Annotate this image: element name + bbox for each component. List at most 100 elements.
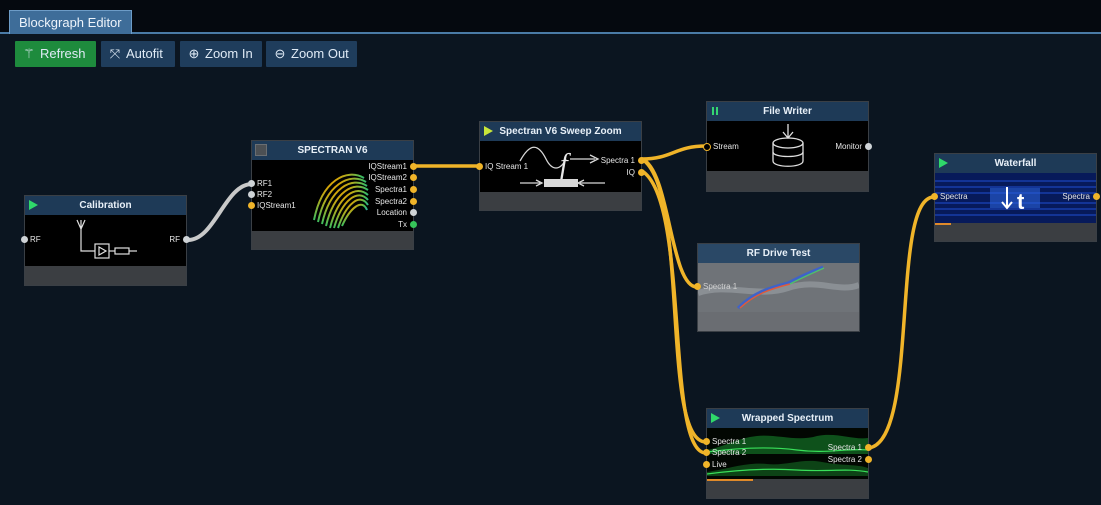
port-in-iqstream1[interactable] bbox=[248, 202, 255, 209]
port-label: Spectra2 bbox=[374, 197, 407, 206]
port-in-spectra2[interactable] bbox=[703, 449, 710, 456]
spectran-node[interactable]: SPECTRAN V6 RF1 RF2 IQStream1 IQStream1 … bbox=[248, 140, 417, 250]
zoom-out-button[interactable]: ⊖ Zoom Out bbox=[266, 41, 357, 67]
play-icon[interactable] bbox=[939, 158, 948, 168]
port-in-rf[interactable] bbox=[21, 236, 28, 243]
play-icon[interactable] bbox=[484, 126, 493, 136]
sweep-zoom-footer bbox=[480, 192, 641, 210]
port-out-spectra1[interactable] bbox=[410, 186, 417, 193]
rf-drive-test-body: Spectra 1 bbox=[694, 263, 861, 314]
port-label: Spectra 2 bbox=[827, 455, 862, 464]
port-out-location[interactable] bbox=[410, 209, 417, 216]
port-out-rf[interactable] bbox=[183, 236, 190, 243]
port-label: Monitor bbox=[835, 142, 862, 151]
port-label: Location bbox=[376, 208, 407, 217]
frequency-glyph: f bbox=[560, 149, 571, 180]
port-label: Spectra 1 bbox=[712, 437, 747, 446]
waterfall-header[interactable]: Waterfall bbox=[935, 154, 1096, 173]
port-label: Spectra 2 bbox=[712, 448, 747, 457]
play-icon[interactable] bbox=[711, 413, 720, 423]
editor-window: Blockgraph Editor ⚚ Refresh ⤧ Autofit ⊕ Zoo… bbox=[0, 0, 1101, 505]
port-label: IQStream2 bbox=[368, 173, 407, 182]
port-label: IQStream1 bbox=[257, 201, 296, 210]
port-out-spectra1[interactable] bbox=[865, 444, 872, 451]
refresh-button[interactable]: ⚚ Refresh bbox=[15, 41, 96, 67]
port-out-spectra2[interactable] bbox=[410, 198, 417, 205]
port-in-live[interactable] bbox=[703, 461, 710, 468]
port-label: Stream bbox=[713, 142, 739, 151]
spectran-footer bbox=[252, 231, 413, 249]
port-in-stream[interactable] bbox=[703, 143, 711, 151]
tab-blockgraph-editor[interactable]: Blockgraph Editor bbox=[9, 10, 132, 34]
sweep-zoom-title: Spectran V6 Sweep Zoom bbox=[499, 126, 622, 137]
waterfall-title: Waterfall bbox=[994, 158, 1037, 169]
port-out-spectra2[interactable] bbox=[865, 456, 872, 463]
autofit-button[interactable]: ⤧ Autofit bbox=[101, 41, 175, 67]
sweep-zoom-header[interactable]: Spectran V6 Sweep Zoom bbox=[480, 122, 641, 141]
zoom-in-button[interactable]: ⊕ Zoom In bbox=[180, 41, 262, 67]
stop-icon[interactable] bbox=[255, 144, 267, 156]
port-out-monitor[interactable] bbox=[865, 143, 872, 150]
waterfall-node[interactable]: Waterfall t Spectra Spectra bbox=[931, 153, 1100, 242]
progress-indicator bbox=[935, 223, 951, 225]
spectran-header[interactable]: SPECTRAN V6 bbox=[252, 141, 413, 160]
port-label: Spectra1 bbox=[374, 185, 407, 194]
sweep-zoom-node[interactable]: Spectran V6 Sweep Zoom f IQ Stream 1 Spe… bbox=[476, 121, 645, 211]
port-out-iqstream2[interactable] bbox=[410, 174, 417, 181]
port-in-iqstream1[interactable] bbox=[476, 163, 483, 170]
wire-sweep-filewriter bbox=[641, 144, 707, 161]
file-writer-title: File Writer bbox=[763, 106, 812, 117]
port-out-tx[interactable] bbox=[410, 221, 417, 228]
zoom-in-icon: ⊕ bbox=[188, 46, 200, 61]
port-out-iqstream1[interactable] bbox=[410, 163, 417, 170]
pause-icon[interactable] bbox=[712, 107, 718, 115]
port-out-iq[interactable] bbox=[638, 169, 645, 176]
port-label: Tx bbox=[398, 220, 407, 229]
port-label: IQStream1 bbox=[368, 162, 407, 171]
port-out-spectra[interactable] bbox=[1093, 193, 1100, 200]
file-writer-header[interactable]: File Writer bbox=[707, 102, 868, 121]
wire-sweep-rfdrive bbox=[641, 157, 698, 289]
autofit-label: Autofit bbox=[126, 46, 163, 61]
wrapped-spectrum-title: Wrapped Spectrum bbox=[741, 413, 834, 424]
port-label: Spectra 1 bbox=[600, 156, 635, 165]
wrapped-spectrum-body: Spectra 1 Spectra 2 Live Spectra 1 Spect… bbox=[703, 428, 872, 481]
port-in-spectra1[interactable] bbox=[694, 283, 701, 290]
port-in-rf2[interactable] bbox=[248, 191, 255, 198]
port-out-spectra1[interactable] bbox=[638, 157, 645, 164]
port-label: RF bbox=[30, 235, 41, 244]
port-label: IQ bbox=[626, 168, 635, 177]
port-in-rf1[interactable] bbox=[248, 180, 255, 187]
calibration-node[interactable]: Calibration RF RF bbox=[21, 195, 190, 286]
wrapped-spectrum-node[interactable]: Wrapped Spectrum Spectra 1 Spectra 2 Liv… bbox=[703, 408, 872, 499]
spectran-body: RF1 RF2 IQStream1 IQStream1 IQStream2 Sp… bbox=[248, 160, 417, 232]
wrapped-spectrum-footer bbox=[707, 479, 868, 498]
waterfall-footer bbox=[935, 223, 1096, 241]
zoom-out-label: Zoom Out bbox=[291, 46, 349, 61]
port-label: Spectra bbox=[940, 192, 968, 201]
wire-calibration-spectran bbox=[187, 182, 253, 242]
port-label: IQ Stream 1 bbox=[485, 162, 529, 171]
sweep-zoom-body: f IQ Stream 1 Spectra 1 IQ bbox=[476, 141, 645, 193]
file-writer-node[interactable]: File Writer Stream Monitor bbox=[703, 101, 872, 192]
rf-drive-test-header[interactable]: RF Drive Test bbox=[698, 244, 859, 263]
play-icon[interactable] bbox=[29, 200, 38, 210]
autofit-icon: ⤧ bbox=[109, 46, 121, 61]
port-label: Spectra 1 bbox=[827, 443, 862, 452]
port-label: Spectra bbox=[1062, 192, 1090, 201]
wrapped-spectrum-header[interactable]: Wrapped Spectrum bbox=[707, 409, 868, 428]
port-label: RF2 bbox=[257, 190, 273, 199]
waterfall-body: t Spectra Spectra bbox=[931, 173, 1100, 224]
calibration-header[interactable]: Calibration bbox=[25, 196, 186, 215]
wire-wrapped-waterfall bbox=[868, 195, 935, 450]
port-label: Spectra 1 bbox=[703, 282, 738, 291]
rf-drive-test-node[interactable]: RF Drive Test Spectra 1 bbox=[694, 243, 861, 332]
port-in-spectra[interactable] bbox=[931, 193, 938, 200]
progress-indicator bbox=[707, 479, 753, 481]
calibration-title: Calibration bbox=[79, 200, 132, 211]
rf-drive-test-footer bbox=[698, 312, 859, 331]
port-in-spectra1[interactable] bbox=[703, 438, 710, 445]
calibration-footer bbox=[25, 266, 186, 285]
spectran-title: SPECTRAN V6 bbox=[297, 145, 368, 156]
refresh-label: Refresh bbox=[40, 46, 86, 61]
